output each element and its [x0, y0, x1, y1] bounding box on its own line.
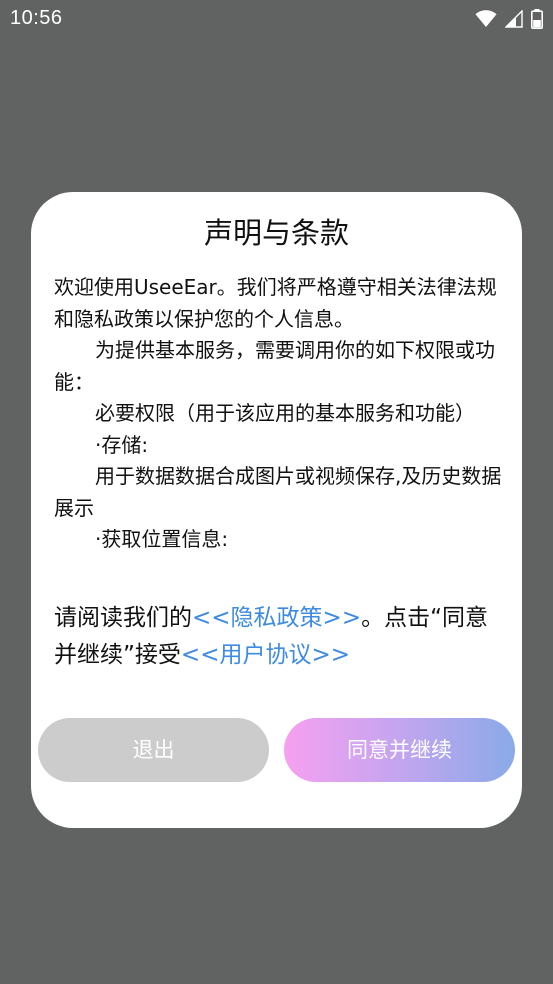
terms-paragraph: 欢迎使用UseeEar。我们将严格遵守相关法律法规和隐私政策以保护您的个人信息。	[54, 275, 497, 331]
cellular-signal-icon	[505, 10, 523, 28]
terms-scroll-area[interactable]: 欢迎使用UseeEar。我们将严格遵守相关法律法规和隐私政策以保护您的个人信息。…	[54, 272, 502, 574]
notice-text: 请阅读我们的	[54, 605, 192, 631]
terms-paragraph: 必要权限（用于该应用的基本服务和功能）	[95, 401, 475, 425]
agree-continue-button[interactable]: 同意并继续	[284, 718, 515, 782]
wifi-icon	[475, 10, 497, 28]
status-time: 10:56	[10, 7, 63, 29]
status-bar: 10:56	[0, 0, 553, 38]
user-agreement-link[interactable]: <<用户协议>>	[181, 642, 350, 668]
privacy-policy-link[interactable]: <<隐私政策>>	[192, 605, 361, 631]
terms-dialog: 声明与条款 欢迎使用UseeEar。我们将严格遵守相关法律法规和隐私政策以保护您…	[31, 192, 522, 828]
consent-notice: 请阅读我们的<<隐私政策>>。点击“同意并继续”接受<<用户协议>>	[54, 600, 502, 674]
exit-button[interactable]: 退出	[38, 718, 269, 782]
dialog-title: 声明与条款	[203, 216, 349, 250]
status-icons	[475, 8, 543, 30]
terms-paragraph: 为提供基本服务，需要调用你的如下权限或功能：	[54, 338, 495, 394]
terms-paragraph: ·获取位置信息:	[95, 527, 229, 551]
terms-paragraph: ·存储:	[95, 432, 149, 457]
battery-icon	[531, 9, 543, 29]
terms-paragraph: 用于数据数据合成图片或视频保存,及历史数据展示	[54, 464, 502, 520]
